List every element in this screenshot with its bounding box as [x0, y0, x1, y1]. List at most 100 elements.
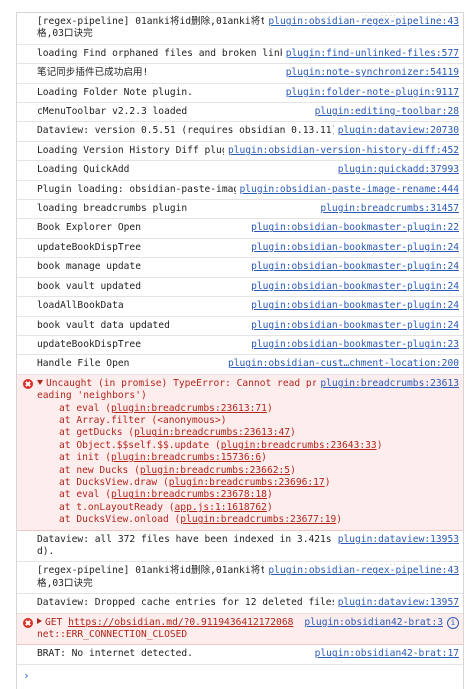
frame-suffix: ) [266, 489, 273, 501]
stack-frame: at DucksView.draw (plugin:breadcrumbs:23… [59, 477, 459, 489]
log-row: plugin:note-synchronizer:54119 笔记同步插件已成功启… [17, 64, 463, 84]
request-url[interactable]: https://obsidian.md/?0.9119436412172068 [68, 617, 293, 628]
frame-text: at DucksView.onload ( [59, 514, 181, 526]
frame-text: at eval ( [59, 489, 111, 501]
source-link[interactable]: plugin:obsidian-version-history-diff:452 [223, 144, 459, 158]
log-row: plugin:obsidian-cust…chment-location:200… [17, 355, 463, 375]
error-message-network[interactable]: plugin:obsidian42-brat:3 i GET https://o… [17, 613, 463, 646]
source-link[interactable]: plugin:dataview:13953 [333, 533, 459, 546]
frame-link[interactable]: plugin:breadcrumbs:23643:33 [221, 440, 377, 451]
error-tail: net::ERR_CONNECTION_CLOSED [37, 629, 188, 641]
source-link[interactable]: plugin:editing-toolbar:28 [310, 106, 459, 119]
frame-text: at getDucks ( [59, 427, 135, 439]
frame-text: at t.onLayoutReady ( [59, 501, 175, 513]
log-row: plugin:obsidian-bookmaster-plugin:24 book… [17, 278, 463, 298]
frame-link[interactable]: plugin:breadcrumbs:23613:47 [134, 427, 290, 438]
log-row: plugin:dataview:13957 Dataview: Dropped c… [17, 594, 463, 614]
source-link[interactable]: plugin:obsidian42-brat:3 [304, 617, 443, 629]
frame-text: at DucksView.draw ( [59, 476, 169, 488]
log-row: plugin:obsidian-bookmaster-plugin:24 upda… [17, 239, 463, 259]
frame-suffix: ) [376, 439, 383, 451]
frame-link[interactable]: plugin:breadcrumbs:23678:18 [111, 489, 267, 500]
log-row: plugin:obsidian-bookmaster-plugin:24 book… [17, 317, 463, 336]
error-message-breadcrumbs[interactable]: plugin:breadcrumbs:23613 Uncaught (in pr… [17, 374, 463, 531]
log-row: plugin:breadcrumbs:31457 loading breadcru… [17, 200, 463, 220]
source-link[interactable]: plugin:obsidian-bookmaster-plugin:24 [247, 280, 459, 294]
frame-link[interactable]: plugin:breadcrumbs:23696:17 [169, 477, 325, 488]
frame-link[interactable]: plugin:breadcrumbs:23677:19 [180, 514, 336, 525]
frame-suffix: ) [261, 452, 267, 464]
log-row: plugin:obsidian-bookmaster-plugin:24 load… [17, 297, 463, 317]
source-link[interactable]: plugin:obsidian-regex-pipeline:43 [264, 16, 459, 29]
source-link[interactable]: plugin:obsidian-paste-image-rename:444 [235, 183, 459, 197]
frame-link[interactable]: plugin:breadcrumbs:23662:5 [140, 465, 290, 476]
log-row: plugin:obsidian-regex-pipeline:43 [regex-… [17, 562, 463, 595]
source-link[interactable]: plugin:dataview:13957 [333, 597, 459, 610]
log-group: plugin:obsidian42-brat:17 BRAT: No intern… [17, 645, 463, 665]
log-row: plugin:obsidian-bookmaster-plugin:22 Book… [17, 219, 463, 239]
frame-suffix: ) [290, 464, 296, 476]
frame-text: at new Ducks ( [59, 464, 140, 476]
log-row: plugin:quickadd:37993 Loading QuickAdd [17, 161, 463, 181]
log-group: plugin:dataview:13953 Dataview: all 372 f… [17, 531, 463, 614]
log-row: plugin:dataview:13953 Dataview: all 372 f… [17, 531, 463, 563]
frame-link[interactable]: app.js:1:1618762 [175, 502, 267, 513]
source-link[interactable]: plugin:obsidian-bookmaster-plugin:23 [247, 338, 459, 352]
log-row: plugin:obsidian42-brat:17 BRAT: No intern… [17, 645, 463, 665]
log-row: plugin:editing-toolbar:28 cMenuToolbar v2… [17, 103, 463, 123]
stack-frame: at Object.$$self.$$.update (plugin:bread… [59, 440, 459, 452]
http-method: GET [45, 616, 63, 628]
frame-suffix: ) [336, 514, 343, 526]
log-row: plugin:obsidian-bookmaster-plugin:24 book… [17, 258, 463, 278]
frame-link[interactable]: plugin:breadcrumbs:15736:6 [111, 452, 261, 463]
stack-frame: at eval (plugin:breadcrumbs:23613:71) [59, 403, 459, 415]
stack-frame: at DucksView.onload (plugin:breadcrumbs:… [59, 514, 459, 526]
source-link[interactable]: plugin:folder-note-plugin:9117 [281, 86, 459, 100]
console-prompt[interactable]: › [17, 665, 463, 689]
source-link[interactable]: plugin:obsidian-bookmaster-plugin:24 [247, 241, 459, 255]
info-icon[interactable]: i [447, 616, 459, 629]
frame-text: at eval ( [59, 402, 111, 414]
frame-link[interactable]: plugin:breadcrumbs:23613:71 [111, 403, 267, 414]
frame-suffix: ) [266, 402, 273, 414]
error-icon [23, 378, 33, 389]
log-row: plugin:obsidian-paste-image-rename:444 Pl… [17, 181, 463, 201]
stack-frame: at getDucks (plugin:breadcrumbs:23613:47… [59, 427, 459, 439]
stack-frame: at eval (plugin:breadcrumbs:23678:18) [59, 489, 459, 501]
source-link[interactable]: plugin:obsidian-regex-pipeline:43 [264, 565, 459, 578]
source-link[interactable]: plugin:breadcrumbs:31457 [316, 203, 459, 216]
source-link[interactable]: plugin:obsidian42-brat:17 [310, 648, 459, 661]
chevron-right-icon: › [23, 668, 30, 682]
stack-trace: at eval (plugin:breadcrumbs:23613:71) at … [37, 403, 459, 527]
frame-text: at init ( [59, 452, 111, 464]
source-link[interactable]: plugin:obsidian-bookmaster-plugin:22 [247, 222, 459, 235]
log-row: plugin:dataview:20730 Dataview: version 0… [17, 122, 463, 142]
source-link[interactable]: plugin:obsidian-bookmaster-plugin:24 [247, 319, 459, 332]
source-link[interactable]: plugin:obsidian-bookmaster-plugin:24 [247, 261, 459, 274]
log-group: plugin:obsidian-regex-pipeline:43 [regex-… [17, 13, 463, 375]
stack-frame: at t.onLayoutReady (app.js:1:1618762) [59, 502, 459, 514]
source-link[interactable]: plugin:note-synchronizer:54119 [281, 67, 459, 80]
frame-suffix: ) [290, 427, 296, 439]
source-link[interactable]: plugin:breadcrumbs:23613 [316, 377, 459, 391]
source-link[interactable]: plugin:dataview:20730 [333, 125, 459, 138]
source-link[interactable]: plugin:obsidian-cust…chment-location:200 [223, 358, 459, 371]
expand-triangle-icon[interactable] [37, 379, 43, 385]
frame-text: at Object.$$self.$$.update ( [59, 439, 221, 451]
stack-frame: at new Ducks (plugin:breadcrumbs:23662:5… [59, 465, 459, 477]
frame-text: at Array.filter (<anonymous>) [59, 414, 227, 426]
error-icon [23, 617, 33, 628]
log-row: plugin:obsidian-regex-pipeline:43 [regex-… [17, 13, 463, 45]
source-link[interactable]: plugin:find-unlinked-files:577 [281, 47, 459, 61]
frame-suffix: ) [266, 501, 273, 513]
expand-triangle-icon[interactable] [37, 617, 42, 624]
log-row: plugin:find-unlinked-files:577 loading Fi… [17, 45, 463, 65]
log-row: plugin:obsidian-version-history-diff:452… [17, 142, 463, 162]
stack-frame: at Array.filter (<anonymous>) [59, 415, 459, 427]
frame-suffix: ) [324, 476, 331, 488]
log-row: plugin:folder-note-plugin:9117 Loading Fo… [17, 84, 463, 104]
log-row: plugin:obsidian-bookmaster-plugin:23 upda… [17, 336, 463, 356]
source-link[interactable]: plugin:obsidian-bookmaster-plugin:24 [247, 300, 459, 313]
source-link[interactable]: plugin:quickadd:37993 [333, 164, 459, 177]
console-log: plugin:obsidian-regex-pipeline:43 [regex-… [16, 12, 464, 689]
